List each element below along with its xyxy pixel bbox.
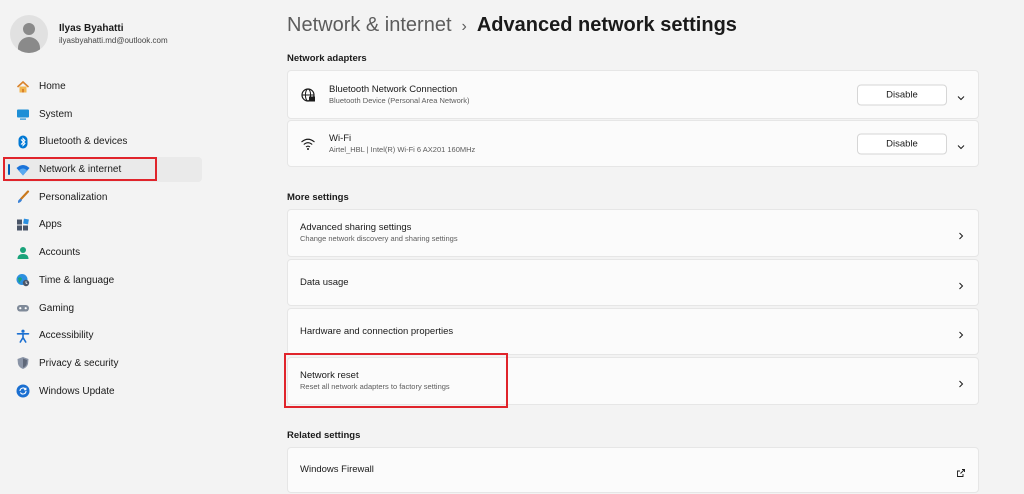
sidebar-item-label: Home	[39, 81, 66, 92]
open-external-icon	[956, 465, 966, 477]
setting-title: Data usage	[300, 276, 349, 288]
breadcrumb-separator: ›	[461, 18, 467, 35]
sidebar-item-home[interactable]: Home	[4, 74, 202, 99]
account-icon	[16, 246, 30, 260]
sidebar-item-personalization[interactable]: Personalization	[4, 185, 202, 210]
sidebar-item-apps[interactable]: Apps	[4, 212, 202, 237]
setting-text: Advanced sharing settings Change network…	[300, 222, 458, 244]
section-title-more-settings: More settings	[287, 192, 349, 203]
adapter-subtitle: Bluetooth Device (Personal Area Network)	[329, 95, 470, 105]
chevron-right-icon	[956, 327, 966, 338]
sidebar-item-accessibility[interactable]: Accessibility	[4, 323, 202, 348]
user-profile[interactable]: Ilyas Byahatti ilyasbyahatti.md@outlook.…	[10, 15, 168, 53]
hardware-connection-properties-item[interactable]: Hardware and connection properties	[287, 308, 979, 355]
sidebar-item-label: Time & language	[39, 274, 115, 286]
sidebar-item-windows-update[interactable]: Windows Update	[4, 379, 202, 404]
sidebar-nav: Home System Bluetooth & devices Network …	[4, 74, 202, 406]
sidebar-item-label: Accessibility	[39, 330, 94, 342]
setting-title: Windows Firewall	[300, 464, 374, 475]
adapter-title: Wi-Fi	[329, 132, 352, 144]
section-title-related-settings: Related settings	[287, 430, 361, 441]
profile-text: Ilyas Byahatti ilyasbyahatti.md@outlook.…	[59, 22, 168, 46]
brush-icon	[16, 190, 30, 204]
setting-text: Data usage	[300, 277, 349, 289]
setting-title: Advanced sharing settings	[300, 222, 412, 233]
profile-email: ilyasbyahatti.md@outlook.com	[59, 36, 168, 45]
breadcrumb: Network & internet › Advanced network sett…	[287, 14, 737, 37]
bluetooth-icon	[16, 135, 30, 149]
avatar	[10, 15, 48, 53]
sidebar-item-bluetooth[interactable]: Bluetooth & devices	[4, 129, 202, 154]
adapter-text: Bluetooth Network Connection Bluetooth D…	[329, 84, 469, 106]
apps-icon	[16, 218, 30, 232]
sidebar-item-label: System	[39, 108, 73, 120]
sidebar-item-time-language[interactable]: Time & language	[4, 268, 202, 293]
setting-title: Hardware and connection properties	[300, 325, 454, 337]
adapter-bluetooth-card[interactable]: Bluetooth Network Connection Bluetooth D…	[287, 70, 979, 119]
sidebar-item-gaming[interactable]: Gaming	[4, 296, 202, 321]
profile-name: Ilyas Byahatti	[59, 23, 124, 34]
disable-bluetooth-button[interactable]: Disable	[857, 84, 947, 105]
sidebar-item-system[interactable]: System	[4, 102, 202, 127]
sidebar-item-accounts[interactable]: Accounts	[4, 240, 202, 265]
highlight-box-network-reset	[284, 353, 508, 408]
wifi-icon	[300, 136, 316, 152]
ethernet-globe-icon	[300, 87, 316, 103]
update-icon	[16, 384, 30, 398]
sidebar-item-label: Apps	[39, 219, 62, 231]
sidebar-item-privacy[interactable]: Privacy & security	[4, 351, 202, 376]
windows-firewall-item[interactable]: Windows Firewall	[287, 447, 979, 493]
setting-subtitle: Change network discovery and sharing set…	[300, 234, 458, 243]
gamepad-icon	[16, 301, 30, 315]
setting-text: Windows Firewall	[300, 464, 374, 476]
sidebar-item-label: Accounts	[39, 247, 81, 259]
accessibility-icon	[16, 329, 30, 343]
disable-wifi-button[interactable]: Disable	[857, 133, 947, 154]
breadcrumb-parent-link[interactable]: Network & internet	[287, 14, 452, 36]
chevron-down-icon[interactable]	[956, 139, 966, 149]
chevron-right-icon	[956, 278, 966, 289]
data-usage-item[interactable]: Data usage	[287, 259, 979, 306]
sidebar-item-label: Personalization	[39, 191, 108, 203]
setting-text: Hardware and connection properties	[300, 326, 453, 338]
advanced-sharing-settings-item[interactable]: Advanced sharing settings Change network…	[287, 209, 979, 257]
adapter-text: Wi-Fi Airtel_HBL | Intel(R) Wi-Fi 6 AX20…	[329, 133, 475, 155]
system-icon	[16, 107, 30, 121]
home-icon	[16, 80, 30, 94]
adapter-subtitle: Airtel_HBL | Intel(R) Wi-Fi 6 AX201 160M…	[329, 144, 476, 154]
sidebar-item-label: Bluetooth & devices	[39, 136, 128, 148]
section-title-adapters: Network adapters	[287, 53, 367, 64]
globe-clock-icon	[16, 273, 30, 287]
adapter-title: Bluetooth Network Connection	[329, 83, 458, 95]
chevron-right-icon	[956, 228, 966, 240]
adapter-wifi-card[interactable]: Wi-Fi Airtel_HBL | Intel(R) Wi-Fi 6 AX20…	[287, 120, 979, 167]
chevron-right-icon	[956, 376, 966, 388]
highlight-box-network	[3, 157, 157, 181]
chevron-down-icon[interactable]	[956, 90, 966, 100]
sidebar-item-label: Gaming	[39, 302, 75, 314]
sidebar: Ilyas Byahatti ilyasbyahatti.md@outlook.…	[0, 0, 210, 494]
sidebar-item-label: Privacy & security	[39, 357, 119, 369]
page-title: Advanced network settings	[476, 14, 737, 36]
shield-icon	[16, 356, 30, 370]
sidebar-item-label: Windows Update	[39, 385, 115, 397]
